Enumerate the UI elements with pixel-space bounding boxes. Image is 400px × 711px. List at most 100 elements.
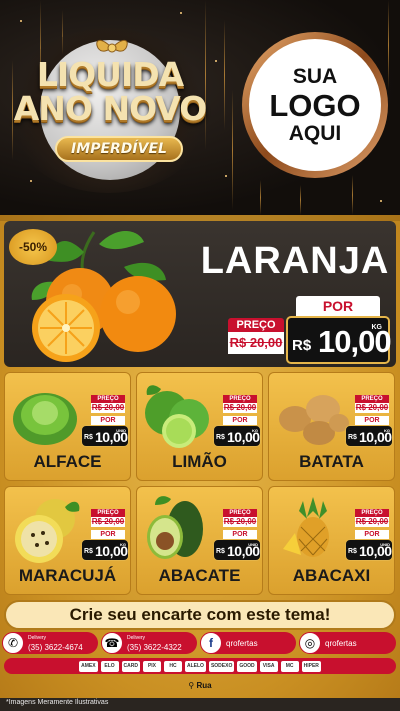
hero-product-name: LARANJA <box>200 240 390 282</box>
product-card[interactable]: PREÇO R$ 20,00 POR R$ 10,00 UNID ABACAXI <box>268 486 395 595</box>
logo-text-line3: AQUI <box>288 121 342 145</box>
unit: KG <box>384 428 390 433</box>
new-price: R$ 10,00 UNID <box>81 425 129 447</box>
por-label: POR <box>223 530 257 539</box>
contact-caption: Delivery <box>127 635 146 641</box>
campaign-tag: IMPERDÍVEL <box>55 136 183 162</box>
pineapple-image <box>283 497 329 557</box>
currency: R$ <box>216 434 225 441</box>
new-price: R$ 10,00 UNID <box>345 539 393 561</box>
location-pin-icon: ⚲ <box>188 681 195 690</box>
product-name: BATATA <box>299 452 364 471</box>
product-name: LIMÃO <box>172 452 227 471</box>
product-name: MARACUJÁ <box>18 566 117 585</box>
contact-facebook[interactable]: f qrofertas <box>200 632 296 654</box>
new-price: R$ 10,00 KG <box>213 425 261 447</box>
payment-badge: ALELO <box>184 660 206 672</box>
unit: UNID <box>380 542 390 547</box>
currency: R$ <box>348 434 357 441</box>
whatsapp-icon: ✆ <box>2 632 24 654</box>
old-price: R$ 20,00 <box>91 517 125 527</box>
por-label: POR <box>91 416 125 425</box>
payment-badge: CARD <box>121 660 140 672</box>
payment-methods: AMEX ELO CARD PIX HC ALELO SODEXO GOOD VISA MC HIP… <box>4 658 396 674</box>
currency: R$ <box>348 548 357 555</box>
phone-icon: ☎ <box>101 632 123 654</box>
preco-label: PREÇO <box>223 509 257 517</box>
por-label: POR <box>223 416 257 425</box>
contact-phone[interactable]: ☎ Delivery (35) 3622-4322 <box>101 632 197 654</box>
contact-value: (35) 3622-4674 <box>28 643 83 652</box>
new-price: R$ 10,00 UNID <box>213 539 261 561</box>
create-flyer-cta[interactable]: Crie seu encarte com este tema! <box>4 600 396 630</box>
payment-badge: AMEX <box>79 660 98 672</box>
product-card[interactable]: PREÇO R$ 20,00 POR R$ 10,00 KG BATATA <box>268 372 395 481</box>
instagram-icon: ◎ <box>299 632 321 654</box>
preco-label: PREÇO <box>223 395 257 403</box>
unit: KG <box>120 542 126 547</box>
hero-new-price: R$ 10,00 KG <box>286 316 392 364</box>
por-label: POR <box>355 416 389 425</box>
lime-image <box>145 385 209 448</box>
avocado-image <box>147 496 203 559</box>
product-card[interactable]: PREÇO R$ 20,00 POR R$ 10,00 UNID ALFACE <box>4 372 131 481</box>
product-card[interactable]: PREÇO R$ 20,00 POR R$ 10,00 KG LIMÃO <box>136 372 263 481</box>
footer: *Imagens Meramente Ilustrativas <box>0 698 400 711</box>
preco-label: PREÇO <box>355 509 389 517</box>
contact-whatsapp[interactable]: ✆ Delivery (35) 3622-4674 <box>2 632 98 654</box>
old-price: R$ 20,00 <box>355 403 389 413</box>
campaign-title: LIQUIDA ANO NOVO <box>10 58 210 126</box>
passionfruit-image <box>15 499 80 563</box>
payment-badge: PIX <box>142 660 161 672</box>
hero-old-price: R$ 20,00 <box>228 332 284 354</box>
preco-label: PREÇO <box>91 509 125 517</box>
campaign-title-line1: LIQUIDA <box>36 55 184 94</box>
address-bar: ⚲ Rua <box>0 676 400 698</box>
new-price: R$ 10,00 KG <box>81 539 129 561</box>
currency: R$ <box>84 434 93 441</box>
old-price: R$ 20,00 <box>91 403 125 413</box>
preco-label: PREÇO <box>91 395 125 403</box>
contact-value: qrofertas <box>226 638 258 648</box>
product-name: ABACAXI <box>292 566 371 585</box>
old-price: R$ 20,00 <box>355 517 389 527</box>
facebook-icon: f <box>200 632 222 654</box>
logo-placeholder[interactable]: SUA LOGO AQUI <box>242 32 388 178</box>
preco-label: PREÇO <box>355 395 389 403</box>
discount-badge: -50% <box>9 229 57 265</box>
logo-text-line1: SUA <box>292 64 338 88</box>
potato-image <box>279 395 349 445</box>
currency: R$ <box>84 548 93 555</box>
old-price: R$ 20,00 <box>223 517 257 527</box>
contact-value: qrofertas <box>325 638 357 648</box>
payment-badge: HC <box>163 660 182 672</box>
product-name: ALFACE <box>33 452 102 471</box>
payment-badge: ELO <box>100 660 119 672</box>
logo-text-line2: LOGO <box>269 87 361 123</box>
hero-unit: KG <box>371 324 383 331</box>
unit: UNID <box>116 428 126 433</box>
payment-badge: HIPER <box>301 660 321 672</box>
new-price: R$ 10,00 KG <box>345 425 393 447</box>
currency: R$ <box>216 548 225 555</box>
payment-badge: GOOD <box>237 660 257 672</box>
payment-badge: MC <box>280 660 299 672</box>
hero-currency: R$ <box>292 337 312 354</box>
hero-por-label: POR <box>296 296 380 316</box>
por-label: POR <box>91 530 125 539</box>
address-text: Rua <box>196 681 212 690</box>
contact-value: (35) 3622-4322 <box>127 643 182 652</box>
payment-badge: SODEXO <box>208 660 235 672</box>
product-name: ABACATE <box>158 566 241 585</box>
old-price: R$ 20,00 <box>223 403 257 413</box>
hero-preco-label: PREÇO <box>228 318 284 332</box>
disclaimer: *Imagens Meramente Ilustrativas <box>6 699 109 706</box>
unit: UNID <box>248 542 258 547</box>
unit: KG <box>252 428 258 433</box>
product-card[interactable]: PREÇO R$ 20,00 POR R$ 10,00 UNID ABACATE <box>136 486 263 595</box>
contact-instagram[interactable]: ◎ qrofertas <box>299 632 396 654</box>
product-card[interactable]: PREÇO R$ 20,00 POR R$ 10,00 KG MARACUJÁ <box>4 486 131 595</box>
payment-badge: VISA <box>259 660 278 672</box>
por-label: POR <box>355 530 389 539</box>
campaign-title-line2: ANO NOVO <box>13 89 208 128</box>
